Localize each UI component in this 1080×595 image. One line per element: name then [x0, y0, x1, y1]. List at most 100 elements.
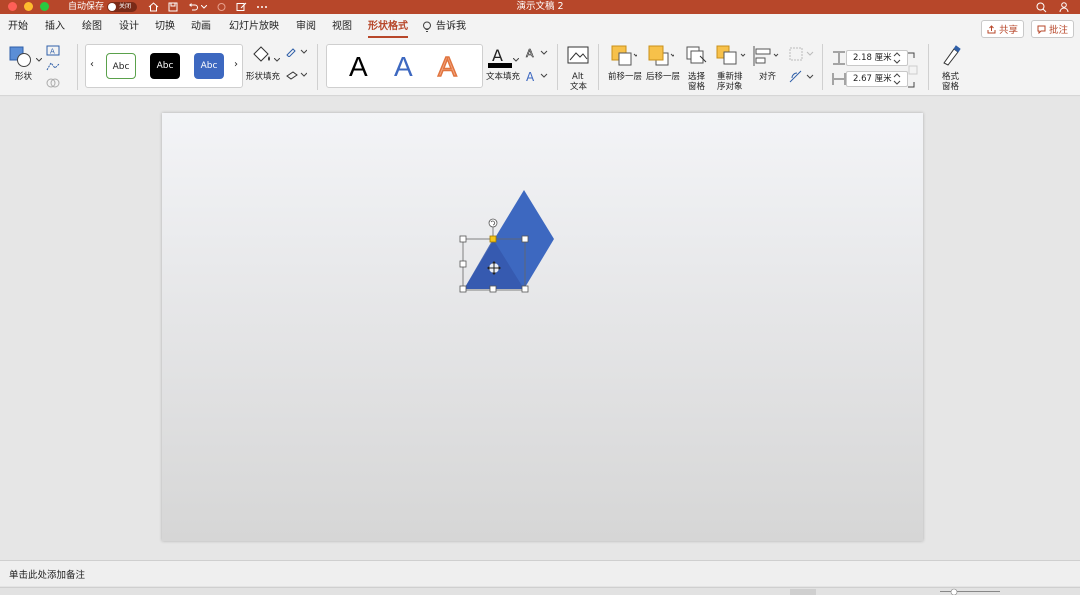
- svg-text:A: A: [492, 46, 503, 65]
- selection-pane-label-line1: 选择: [688, 72, 706, 82]
- ribbon-tabs: 开始 插入 绘图 设计 切换 动画 幻灯片放映 审阅 视图 形状格式 告诉我 共…: [0, 14, 1080, 40]
- bring-forward-label: 前移一层: [608, 72, 643, 82]
- ribbon-shape-format: 形状 A ‹ Abc Abc Abc › 形状填充 A A A A 文本填充 A…: [0, 40, 1080, 96]
- shape-fill-label: 形状填充: [246, 72, 281, 82]
- resize-handle-bottom-right[interactable]: [521, 285, 529, 293]
- search-icon[interactable]: [1034, 0, 1048, 14]
- ribbon-separator: [317, 44, 318, 90]
- resize-handle-top-right[interactable]: [521, 235, 529, 243]
- tab-shape-format[interactable]: 形状格式: [368, 20, 408, 38]
- resize-handle-top-left[interactable]: [459, 235, 467, 243]
- text-fill-icon[interactable]: A: [488, 45, 512, 72]
- ribbon-separator: [928, 44, 929, 90]
- edit-shape-icon[interactable]: [46, 61, 60, 75]
- shape-style-gallery: ‹ Abc Abc Abc ›: [85, 44, 243, 88]
- slide-canvas[interactable]: [162, 113, 923, 541]
- comment-button[interactable]: 批注: [1031, 20, 1074, 38]
- shapes-dropdown-icon[interactable]: [35, 54, 43, 65]
- format-pane-label-line2: 窗格: [942, 82, 960, 92]
- notes-placeholder: 单击此处添加备注: [9, 570, 86, 581]
- svg-text:A: A: [526, 47, 534, 59]
- comment-icon: [1037, 25, 1046, 34]
- style-sample-outline[interactable]: Abc: [106, 53, 136, 79]
- wordart-blue-a[interactable]: A: [394, 51, 413, 83]
- width-icon: [832, 72, 846, 89]
- shape-effects-icon[interactable]: [285, 70, 308, 83]
- rotate-handle-icon[interactable]: [488, 218, 498, 228]
- align-icon[interactable]: [752, 45, 780, 70]
- tab-slideshow[interactable]: 幻灯片放映: [229, 20, 279, 34]
- send-backward-label: 后移一层: [646, 72, 681, 82]
- reorder-objects-icon[interactable]: [716, 45, 746, 70]
- shape-fill-dropdown-icon[interactable]: [273, 54, 281, 65]
- document-title: 演示文稿 2: [516, 1, 564, 12]
- comment-label: 批注: [1048, 25, 1068, 36]
- ribbon-separator: [77, 44, 78, 90]
- text-outline-icon[interactable]: A: [525, 47, 549, 62]
- tab-design[interactable]: 设计: [119, 20, 139, 34]
- gallery-next-icon[interactable]: ›: [234, 60, 238, 70]
- text-fill-label: 文本填充: [486, 72, 521, 82]
- slide-drawing: [459, 190, 554, 293]
- ribbon-separator: [598, 44, 599, 90]
- tab-animations[interactable]: 动画: [191, 20, 211, 34]
- tab-home[interactable]: 开始: [8, 20, 28, 34]
- width-stepper-icon[interactable]: [893, 71, 901, 90]
- height-icon: [832, 51, 846, 68]
- text-effects-icon[interactable]: A: [525, 69, 549, 86]
- lock-aspect-icon[interactable]: [906, 52, 918, 91]
- wordart-gallery: A A A: [326, 44, 483, 88]
- reorder-label-line2: 序对象: [717, 82, 743, 92]
- tab-insert[interactable]: 插入: [45, 20, 65, 34]
- text-fill-dropdown-icon[interactable]: [512, 54, 520, 65]
- shape-outline-icon[interactable]: [285, 47, 308, 60]
- format-pane-label-line1: 格式: [942, 72, 960, 82]
- align-label: 对齐: [759, 72, 777, 82]
- tab-review[interactable]: 审阅: [296, 20, 316, 34]
- status-bar: [0, 587, 1080, 595]
- tab-draw[interactable]: 绘图: [82, 20, 102, 34]
- svg-text:A: A: [50, 48, 55, 56]
- wordart-orange-a[interactable]: A: [437, 50, 457, 83]
- group-objects-icon[interactable]: [789, 47, 815, 64]
- ribbon-separator: [557, 44, 558, 90]
- reorder-label-line1: 重新排: [717, 72, 743, 82]
- svg-text:A: A: [526, 70, 535, 83]
- bring-forward-icon[interactable]: [611, 45, 639, 70]
- tab-view[interactable]: 视图: [332, 20, 352, 34]
- resize-handle-bottom[interactable]: [489, 285, 497, 293]
- merge-shapes-icon[interactable]: [46, 77, 60, 91]
- rotate-objects-icon[interactable]: [789, 70, 815, 87]
- alt-text-label-line1: Alt: [572, 72, 584, 82]
- share-button[interactable]: 共享: [981, 20, 1024, 38]
- slide-editor: [0, 97, 1080, 560]
- title-bar: 自动保存 关闭 演示文稿 2: [0, 0, 1080, 14]
- format-pane-icon[interactable]: [940, 45, 962, 70]
- selection-pane-label-line2: 窗格: [688, 82, 706, 92]
- gallery-prev-icon[interactable]: ‹: [90, 60, 94, 70]
- send-backward-icon[interactable]: [648, 45, 676, 70]
- tab-transitions[interactable]: 切换: [155, 20, 175, 34]
- shapes-label: 形状: [15, 72, 33, 82]
- share-label: 共享: [998, 25, 1018, 36]
- text-box-icon[interactable]: A: [46, 45, 60, 59]
- style-sample-black[interactable]: Abc: [150, 53, 180, 79]
- notes-pane[interactable]: 单击此处添加备注: [0, 560, 1080, 586]
- share-person-icon[interactable]: [1058, 0, 1072, 14]
- alt-text-icon[interactable]: [567, 46, 589, 69]
- wordart-black-a[interactable]: A: [349, 51, 368, 83]
- adjustment-handle[interactable]: [489, 235, 497, 243]
- paint-bucket-icon[interactable]: [251, 44, 273, 69]
- shapes-icon[interactable]: [9, 46, 33, 71]
- alt-text-label-line2: 文本: [570, 82, 588, 92]
- share-arrow-icon: [987, 24, 996, 33]
- selection-pane-icon[interactable]: [686, 46, 708, 69]
- resize-handle-bottom-left[interactable]: [459, 285, 467, 293]
- lightbulb-icon: [420, 20, 434, 34]
- height-stepper-icon[interactable]: [893, 50, 901, 69]
- tell-me-search[interactable]: 告诉我: [436, 20, 466, 34]
- resize-handle-left[interactable]: [459, 260, 467, 268]
- ribbon-separator: [822, 44, 823, 90]
- style-sample-blue[interactable]: Abc: [194, 53, 224, 79]
- status-bar-icons: [790, 588, 1000, 595]
